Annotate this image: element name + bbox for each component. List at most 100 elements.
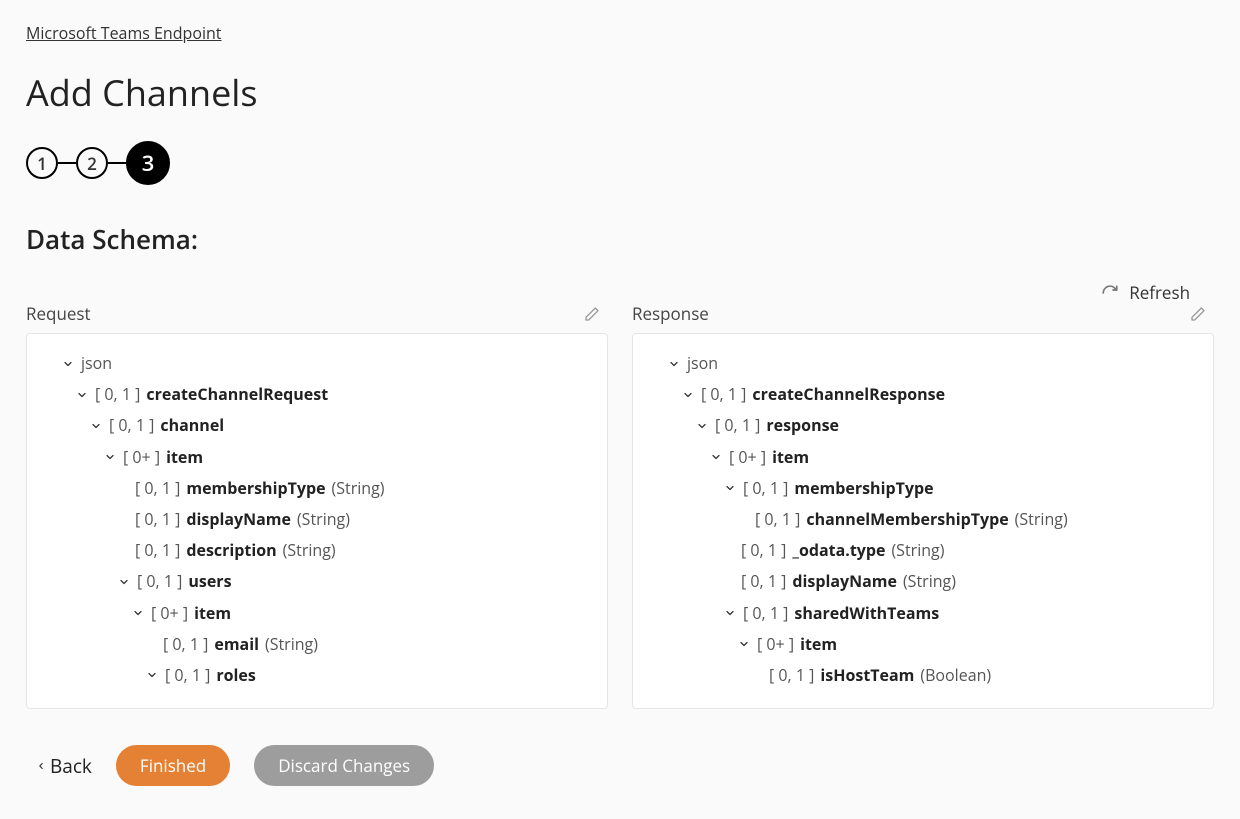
chevron-down-icon[interactable] (737, 638, 751, 650)
tree-node-name: channelMembershipType (806, 504, 1008, 535)
chevron-down-icon[interactable] (681, 389, 695, 401)
tree-node-cardinality: [ 0, 1 ] (741, 535, 786, 566)
tree-node[interactable]: [ 0, 1 ] users (41, 566, 593, 597)
tree-node[interactable]: [ 0, 1 ] description (String) (41, 535, 593, 566)
tree-node-name: isHostTeam (820, 660, 914, 691)
step-separator (58, 162, 76, 164)
tree-node-name: response (766, 410, 839, 441)
tree-node-cardinality: [ 0, 1 ] (769, 660, 814, 691)
tree-node-name: roles (216, 660, 255, 691)
tree-node[interactable]: [ 0+ ] item (647, 629, 1199, 660)
tree-node[interactable]: [ 0, 1 ] createChannelResponse (647, 379, 1199, 410)
tree-node-cardinality: [ 0, 1 ] (109, 410, 154, 441)
tree-node-name: channel (160, 410, 224, 441)
tree-node[interactable]: [ 0, 1 ] channel (41, 410, 593, 441)
tree-node[interactable]: [ 0+ ] item (41, 442, 593, 473)
finished-button[interactable]: Finished (116, 745, 230, 786)
chevron-down-icon[interactable] (709, 451, 723, 463)
chevron-down-icon[interactable] (89, 420, 103, 432)
edit-request-icon[interactable] (584, 306, 600, 322)
tree-node[interactable]: [ 0, 1 ] membershipType (647, 473, 1199, 504)
tree-node-name: displayName (186, 504, 291, 535)
chevron-left-icon (36, 759, 46, 773)
tree-node-name: item (194, 598, 231, 629)
tree-root-label: json (81, 348, 112, 379)
tree-node-cardinality: [ 0, 1 ] (163, 629, 208, 660)
tree-node-name: membershipType (794, 473, 933, 504)
tree-node-cardinality: [ 0, 1 ] (755, 504, 800, 535)
response-panel-title: Response (632, 302, 709, 325)
tree-node-type: (String) (903, 566, 956, 597)
tree-node-cardinality: [ 0, 1 ] (165, 660, 210, 691)
tree-node-cardinality: [ 0, 1 ] (715, 410, 760, 441)
tree-node[interactable]: [ 0, 1 ] response (647, 410, 1199, 441)
tree-node-cardinality: [ 0+ ] (123, 442, 160, 473)
tree-node[interactable]: [ 0+ ] item (41, 598, 593, 629)
edit-response-icon[interactable] (1190, 306, 1206, 322)
tree-root-label: json (687, 348, 718, 379)
tree-node-cardinality: [ 0, 1 ] (741, 566, 786, 597)
tree-node[interactable]: [ 0, 1 ] createChannelRequest (41, 379, 593, 410)
tree-node-root[interactable]: json (41, 348, 593, 379)
tree-node[interactable]: [ 0, 1 ] sharedWithTeams (647, 598, 1199, 629)
tree-node-cardinality: [ 0, 1 ] (743, 598, 788, 629)
tree-node[interactable]: [ 0, 1 ] isHostTeam (Boolean) (647, 660, 1199, 691)
tree-node-cardinality: [ 0+ ] (757, 629, 794, 660)
tree-node-name: users (188, 566, 231, 597)
tree-node-cardinality: [ 0, 1 ] (137, 566, 182, 597)
chevron-down-icon[interactable] (61, 358, 75, 370)
tree-node-name: _odata.type (792, 535, 885, 566)
tree-node-root[interactable]: json (647, 348, 1199, 379)
tree-node-name: item (800, 629, 837, 660)
chevron-down-icon[interactable] (103, 451, 117, 463)
chevron-down-icon[interactable] (723, 482, 737, 494)
breadcrumb-link[interactable]: Microsoft Teams Endpoint (26, 22, 222, 44)
tree-node-name: membershipType (186, 473, 325, 504)
tree-node-cardinality: [ 0, 1 ] (135, 473, 180, 504)
tree-node[interactable]: [ 0, 1 ] email (String) (41, 629, 593, 660)
discard-changes-button[interactable]: Discard Changes (254, 745, 434, 786)
step-2[interactable]: 2 (76, 147, 108, 179)
tree-node[interactable]: [ 0, 1 ] membershipType (String) (41, 473, 593, 504)
tree-node[interactable]: [ 0, 1 ] roles (41, 660, 593, 691)
tree-node-type: (Boolean) (920, 660, 991, 691)
tree-node-name: createChannelRequest (146, 379, 328, 410)
step-1[interactable]: 1 (26, 147, 58, 179)
chevron-down-icon[interactable] (695, 420, 709, 432)
tree-node-cardinality: [ 0, 1 ] (135, 535, 180, 566)
request-schema-panel: json[ 0, 1 ] createChannelRequest[ 0, 1 … (26, 333, 608, 709)
tree-node[interactable]: [ 0, 1 ] channelMembershipType (String) (647, 504, 1199, 535)
chevron-down-icon[interactable] (723, 607, 737, 619)
tree-node-name: email (214, 629, 259, 660)
page-title: Add Channels (26, 68, 1214, 117)
step-separator (108, 162, 126, 164)
tree-node-type: (String) (1015, 504, 1068, 535)
tree-node-type: (String) (332, 473, 385, 504)
tree-node-name: item (772, 442, 809, 473)
tree-node[interactable]: [ 0, 1 ] _odata.type (String) (647, 535, 1199, 566)
tree-node-type: (String) (891, 535, 944, 566)
tree-node-name: createChannelResponse (752, 379, 945, 410)
tree-node-cardinality: [ 0, 1 ] (95, 379, 140, 410)
tree-node[interactable]: [ 0+ ] item (647, 442, 1199, 473)
section-title: Data Schema: (26, 221, 1214, 257)
step-3[interactable]: 3 (126, 141, 170, 185)
tree-node[interactable]: [ 0, 1 ] displayName (String) (647, 566, 1199, 597)
tree-node-cardinality: [ 0, 1 ] (701, 379, 746, 410)
tree-node[interactable]: [ 0, 1 ] displayName (String) (41, 504, 593, 535)
step-indicator: 1 2 3 (26, 141, 1214, 185)
chevron-down-icon[interactable] (667, 358, 681, 370)
tree-node-type: (String) (297, 504, 350, 535)
chevron-down-icon[interactable] (117, 576, 131, 588)
chevron-down-icon[interactable] (75, 389, 89, 401)
back-link[interactable]: Back (36, 753, 92, 779)
tree-node-name: sharedWithTeams (794, 598, 939, 629)
tree-node-cardinality: [ 0, 1 ] (743, 473, 788, 504)
chevron-down-icon[interactable] (145, 669, 159, 681)
tree-node-cardinality: [ 0+ ] (151, 598, 188, 629)
chevron-down-icon[interactable] (131, 607, 145, 619)
tree-node-type: (String) (265, 629, 318, 660)
tree-node-name: displayName (792, 566, 897, 597)
tree-node-name: description (186, 535, 276, 566)
tree-node-type: (String) (283, 535, 336, 566)
